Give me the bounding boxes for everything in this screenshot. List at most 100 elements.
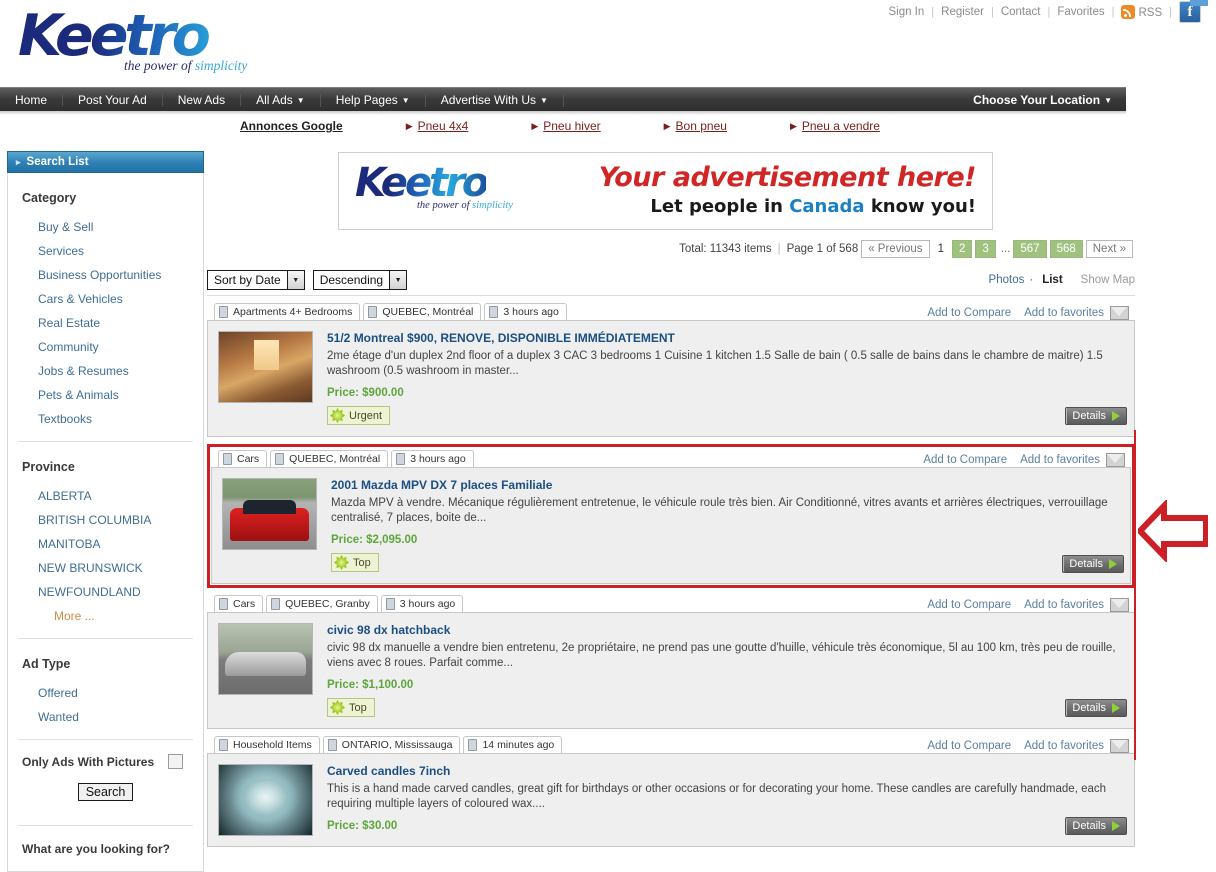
listing-price: Price: $1,100.00 [327,679,414,691]
advertisement-banner[interactable]: Keetro the power of simplicity Your adve… [338,152,993,230]
sort-field-select[interactable]: Sort by Date ▼ [207,270,305,290]
listing-tag-time[interactable]: 3 hours ago [484,303,567,320]
add-to-compare-link[interactable]: Add to Compare [923,454,1007,466]
sidebar-item-community[interactable]: Community [20,335,191,359]
only-pictures-label: Only Ads With Pictures [22,754,155,769]
show-map-link[interactable]: Show Map [1081,274,1135,286]
listing-tag-location[interactable]: QUEBEC, Montréal [363,303,482,320]
listing-tag-category[interactable]: Cars [218,450,268,467]
sidebar-item-alberta[interactable]: ALBERTA [20,484,191,508]
details-button[interactable]: Details [1065,817,1127,835]
rss-link[interactable]: RSS [1114,5,1169,19]
register-link[interactable]: Register [934,6,991,18]
sidebar-item-jobs-resumes[interactable]: Jobs & Resumes [20,359,191,383]
previous-page-button[interactable]: « Previous [861,240,930,258]
details-button[interactable]: Details [1062,555,1124,573]
listing-actions: Add to Compare Add to favorites [914,306,1135,320]
sidebar-item-wanted[interactable]: Wanted [20,705,191,729]
next-page-button[interactable]: Next » [1085,240,1133,258]
signin-link[interactable]: Sign In [881,6,931,18]
listing-tag-location[interactable]: QUEBEC, Montréal [270,450,389,467]
listing-title-link[interactable]: civic 98 dx hatchback [327,623,1124,637]
listing-title-link[interactable]: 2001 Mazda MPV DX 7 places Familiale [331,478,1120,492]
sidebar-item-real-estate[interactable]: Real Estate [20,311,191,335]
rss-icon [1121,5,1136,19]
only-pictures-checkbox[interactable] [168,754,183,769]
nav-item-post-your-ad[interactable]: Post Your Ad [63,94,163,106]
listing-thumbnail[interactable] [218,331,313,403]
sidebar-item-cars-vehicles[interactable]: Cars & Vehicles [20,287,191,311]
nav-item-new-ads[interactable]: New Ads [163,94,242,106]
page-number-567[interactable]: 567 [1013,240,1047,258]
listing-tag-location[interactable]: ONTARIO, Mississauga [322,736,461,753]
sidebar-province-more-link[interactable]: More ... [20,604,191,628]
sidebar-item-newfoundland[interactable]: NEWFOUNDLAND [20,580,191,604]
add-to-compare-link[interactable]: Add to Compare [927,740,1011,752]
envelope-icon[interactable] [1110,598,1129,612]
listing-card: Apartments 4+ Bedrooms QUEBEC, Montréal … [207,301,1135,437]
sidebar-item-buy-sell[interactable]: Buy & Sell [20,215,191,239]
add-to-favorites-link[interactable]: Add to favorites [1024,307,1104,319]
search-button[interactable]: Search [77,783,134,801]
nav-item-help-pages[interactable]: Help Pages ▼ [321,93,426,107]
add-to-compare-link[interactable]: Add to Compare [927,307,1011,319]
view-list-active[interactable]: List [1042,274,1062,286]
listing-thumbnail[interactable] [218,623,313,695]
envelope-icon[interactable] [1110,739,1129,753]
listing-tag-category[interactable]: Cars [214,595,264,612]
site-logo[interactable]: Keetro the power of simplicity [18,6,298,82]
sidebar-item-business-opportunities[interactable]: Business Opportunities [20,263,191,287]
sidebar-item-services[interactable]: Services [20,239,191,263]
logo-wordmark: Keetro [18,6,298,66]
listing-tag-time[interactable]: 3 hours ago [380,595,464,612]
add-to-favorites-link[interactable]: Add to favorites [1024,740,1104,752]
choose-location-button[interactable]: Choose Your Location ▼ [958,94,1126,107]
nav-item-advertise-with-us[interactable]: Advertise With Us ▼ [426,93,564,107]
listing-text: 51/2 Montreal $900, RENOVE, DISPONIBLE I… [327,331,1124,426]
sidebar-header-label: Search List [26,156,89,168]
favorites-link[interactable]: Favorites [1050,6,1111,18]
play-triangle-icon [1112,821,1120,831]
page-number-568[interactable]: 568 [1049,240,1083,258]
nav-item-home[interactable]: Home [0,94,64,106]
listing-card-highlighted: Cars QUEBEC, Montréal 3 hours ago Add to… [207,444,1135,588]
listing-thumbnail[interactable] [222,478,317,550]
ad-link-pneu-4x4[interactable]: Pneu 4x4 [406,119,469,133]
sidebar-item-pets-animals[interactable]: Pets & Animals [20,383,191,407]
nav-item-all-ads[interactable]: All Ads ▼ [241,93,321,107]
listing-description: This is a hand made carved candles, grea… [327,783,1107,810]
sidebar-item-new-brunswick[interactable]: NEW BRUNSWICK [20,556,191,580]
envelope-icon[interactable] [1106,453,1125,467]
sort-direction-select[interactable]: Descending ▼ [312,270,408,290]
add-to-compare-link[interactable]: Add to Compare [927,599,1011,611]
listing-title-link[interactable]: Carved candles 7inch [327,764,1124,778]
contact-link[interactable]: Contact [994,6,1048,18]
details-button[interactable]: Details [1065,407,1127,425]
chevron-down-icon: ▼ [1104,95,1112,105]
listing-tag-time[interactable]: 3 hours ago [391,450,474,467]
listing-tag-category[interactable]: Household Items [214,736,320,753]
listing-tag-location[interactable]: QUEBEC, Granby [266,595,378,612]
view-photos-link[interactable]: Photos [989,274,1025,286]
listing-tag-category[interactable]: Apartments 4+ Bedrooms [214,303,361,320]
listing-title-link[interactable]: 51/2 Montreal $900, RENOVE, DISPONIBLE I… [327,331,1124,345]
sidebar-item-textbooks[interactable]: Textbooks [20,407,191,431]
add-to-favorites-link[interactable]: Add to favorites [1024,599,1104,611]
details-button[interactable]: Details [1065,699,1127,717]
page-number-3[interactable]: 3 [975,240,996,258]
listing-thumbnail[interactable] [218,764,313,836]
ad-link-pneu-a-vendre[interactable]: Pneu a vendre [790,119,880,133]
star-icon [330,408,345,423]
ad-link-pneu-hiver[interactable]: Pneu hiver [531,119,600,133]
sidebar-item-british-columbia[interactable]: BRITISH COLUMBIA [20,508,191,532]
envelope-icon[interactable] [1110,306,1129,320]
badge-label: Top [349,701,367,714]
sidebar-item-manitoba[interactable]: MANITOBA [20,532,191,556]
sidebar-item-offered[interactable]: Offered [20,681,191,705]
page-number-2[interactable]: 2 [951,240,973,258]
add-to-favorites-link[interactable]: Add to favorites [1020,454,1100,466]
ad-link-bon-pneu[interactable]: Bon pneu [664,119,727,133]
listing-price: Price: $900.00 [327,387,404,399]
listing-tag-time[interactable]: 14 minutes ago [463,736,563,753]
tag-label: QUEBEC, Granby [285,598,370,610]
